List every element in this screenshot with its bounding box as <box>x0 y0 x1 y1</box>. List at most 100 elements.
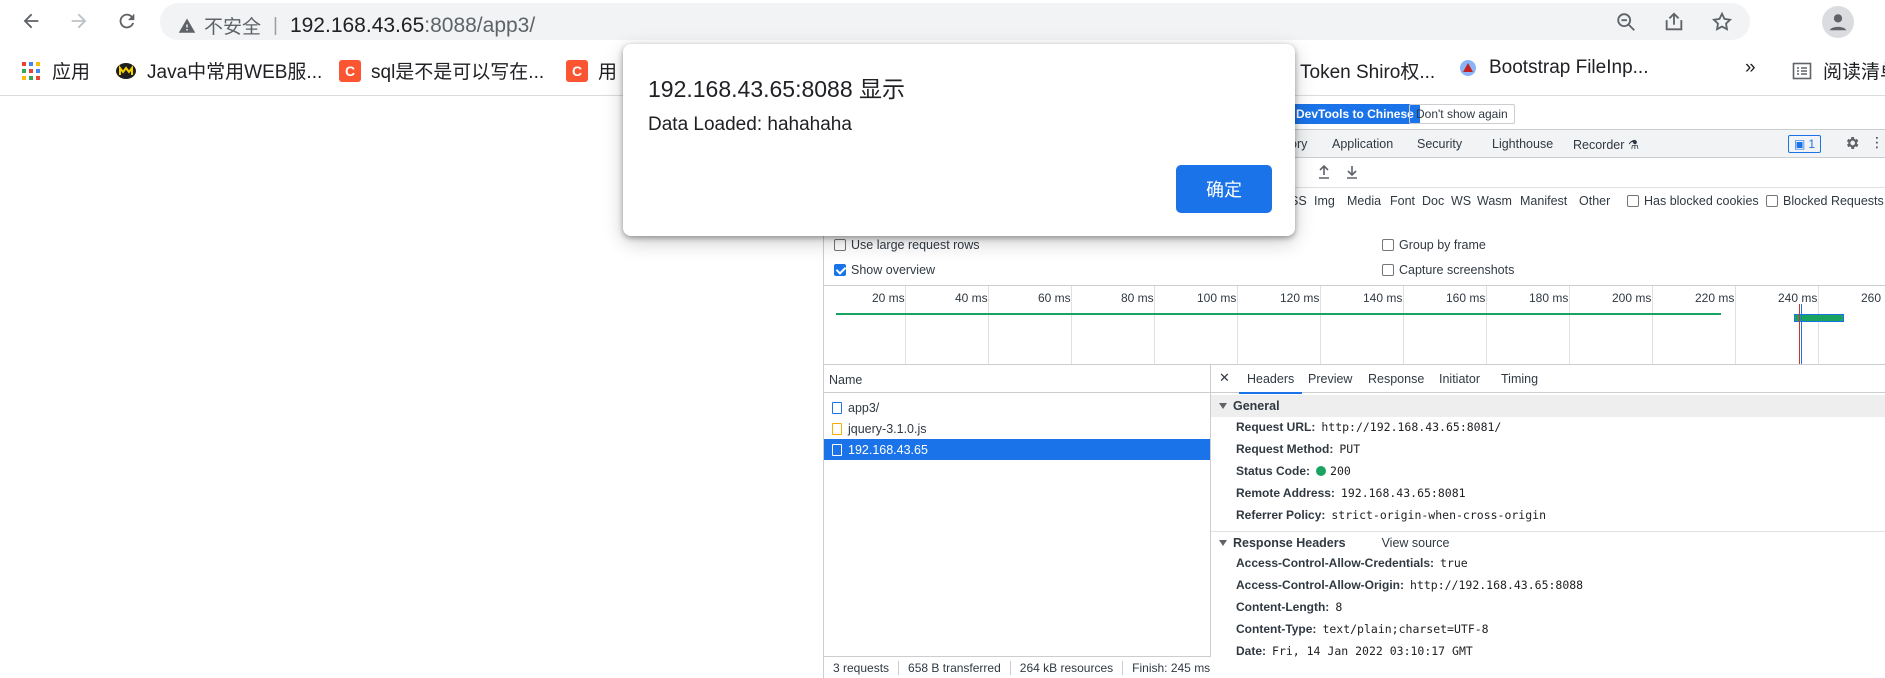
view-source-link[interactable]: View source <box>1382 536 1450 550</box>
bookmark-java-web[interactable]: Java中常用WEB服... <box>115 57 322 84</box>
blocked-requests-checkbox[interactable]: Blocked Requests <box>1766 194 1884 208</box>
dont-show-again-button[interactable]: Don't show again <box>1409 104 1515 124</box>
url-path: :8088/app3/ <box>424 13 536 37</box>
response-title: Response Headers <box>1233 535 1346 550</box>
timeline-tick <box>1071 286 1072 364</box>
tick-label: 100 ms <box>1197 291 1237 305</box>
header-value: 192.168.43.65:8081 <box>1340 486 1466 500</box>
filter-manifest[interactable]: Manifest <box>1520 194 1567 208</box>
timeline-request-bar <box>836 313 1721 315</box>
show-overview-checkbox[interactable]: Show overview <box>834 263 935 277</box>
warning-icon <box>178 18 196 33</box>
has-blocked-cookies-checkbox[interactable]: Has blocked cookies <box>1627 194 1759 208</box>
chat-icon: ▣ <box>1794 137 1806 151</box>
checkbox <box>834 239 846 251</box>
reload-button[interactable] <box>112 6 142 36</box>
bookmark-apps[interactable]: 应用 <box>20 57 90 84</box>
reading-list-button[interactable]: 阅读清单 <box>1791 57 1885 84</box>
import-har-button[interactable] <box>1318 164 1330 182</box>
filter-font[interactable]: Font <box>1390 194 1415 208</box>
dialog-title: 192.168.43.65:8088 显示 <box>648 76 906 102</box>
bookmarks-overflow-button[interactable]: » <box>1745 57 1756 79</box>
request-row-selected[interactable]: 192.168.43.65 <box>824 439 1210 460</box>
header-value: 8 <box>1335 600 1343 614</box>
forward-button[interactable] <box>64 6 94 36</box>
capture-screenshots-label: Capture screenshots <box>1399 263 1515 277</box>
tab-recorder-label: Recorder <box>1573 138 1625 152</box>
settings-button[interactable] <box>1844 135 1860 154</box>
tab-recorder[interactable]: Recorder ⚗ <box>1573 137 1639 152</box>
flask-icon: ⚗ <box>1627 138 1640 152</box>
response-headers-section-header[interactable]: Response Headers View source <box>1211 531 1885 553</box>
timeline-tick <box>1652 286 1653 364</box>
m-logo-icon <box>115 60 137 82</box>
request-row[interactable]: jquery-3.1.0.js <box>824 418 1210 439</box>
bookmark-label: 阅读清单 <box>1823 62 1885 83</box>
document-icon <box>832 401 842 414</box>
header-value: true <box>1440 556 1468 570</box>
script-icon <box>832 422 842 435</box>
upload-icon <box>1319 164 1329 179</box>
bookmark-label: Token Shiro权... <box>1300 62 1436 83</box>
large-rows-checkbox[interactable]: Use large request rows <box>834 238 980 252</box>
tab-initiator[interactable]: Initiator <box>1439 372 1480 386</box>
tick-label: 200 ms <box>1612 291 1652 305</box>
filter-img[interactable]: Img <box>1314 194 1335 208</box>
status-dot-icon <box>1316 466 1327 476</box>
zoom-button[interactable] <box>1614 10 1638 34</box>
header-row: Content-Length: 8 <box>1211 597 1885 619</box>
more-options-icon[interactable]: ⋮ <box>1870 134 1884 151</box>
bookmark-csdn-2[interactable]: C 用 <box>566 57 617 84</box>
network-overview-timeline[interactable]: 20 ms 40 ms 60 ms 80 ms 100 ms 120 ms 14… <box>824 285 1885 365</box>
tick-label: 60 ms <box>1038 291 1071 305</box>
tab-timing[interactable]: Timing <box>1501 372 1538 386</box>
issues-count: 1 <box>1808 137 1816 151</box>
switch-language-button[interactable]: DevTools to Chinese <box>1290 104 1420 124</box>
site-icon <box>1457 57 1479 79</box>
tab-preview[interactable]: Preview <box>1308 372 1352 386</box>
group-by-frame-checkbox[interactable]: Group by frame <box>1382 238 1486 252</box>
tab-application[interactable]: Application <box>1332 137 1393 151</box>
profile-button[interactable] <box>1822 6 1854 38</box>
header-value: http://192.168.43.65:8081/ <box>1321 420 1502 434</box>
tab-security[interactable]: Security <box>1417 137 1462 151</box>
apps-grid-icon <box>20 60 42 82</box>
checkbox <box>1382 264 1394 276</box>
tab-headers[interactable]: Headers <box>1239 372 1303 394</box>
request-name: app3/ <box>848 400 880 415</box>
bookmark-bootstrap[interactable]: Bootstrap FileInp... <box>1457 57 1648 79</box>
timeline-tick <box>1735 286 1736 364</box>
share-button[interactable] <box>1662 10 1686 34</box>
bookmark-token-shiro[interactable]: Token Shiro权... <box>1300 57 1435 84</box>
show-overview-label: Show overview <box>851 263 936 277</box>
filter-doc[interactable]: Doc <box>1422 194 1444 208</box>
address-bar[interactable]: 不安全 | 192.168.43.65:8088/app3/ <box>160 3 1750 40</box>
avatar-icon <box>1829 14 1847 31</box>
csdn-icon: C <box>339 59 361 82</box>
header-key: Access-Control-Allow-Origin: <box>1236 578 1405 592</box>
tick-label: 40 ms <box>955 291 988 305</box>
request-row[interactable]: app3/ <box>824 397 1210 418</box>
bookmark-sql[interactable]: C sql是不是可以写在... <box>339 57 544 84</box>
name-column-header[interactable]: Name <box>824 365 1210 393</box>
issues-button[interactable]: ▣ 1 <box>1788 135 1822 153</box>
export-har-button[interactable] <box>1346 165 1358 182</box>
filter-media[interactable]: Media <box>1347 194 1381 208</box>
timeline-tick <box>1403 286 1404 364</box>
resources-size: 264 kB resources <box>1011 660 1124 675</box>
close-icon[interactable]: ✕ <box>1219 370 1230 386</box>
ok-button[interactable]: 确定 <box>1176 165 1272 213</box>
capture-screenshots-checkbox[interactable]: Capture screenshots <box>1382 263 1514 277</box>
filter-wasm[interactable]: Wasm <box>1477 194 1512 208</box>
tick-label: 220 ms <box>1695 291 1735 305</box>
back-button[interactable] <box>16 6 46 36</box>
tab-lighthouse[interactable]: Lighthouse <box>1492 137 1553 151</box>
filter-ws[interactable]: WS <box>1451 194 1471 208</box>
tab-response[interactable]: Response <box>1368 372 1424 386</box>
tick-label: 140 ms <box>1363 291 1403 305</box>
general-section-header[interactable]: General <box>1211 395 1885 417</box>
filter-other[interactable]: Other <box>1579 194 1610 208</box>
reload-icon <box>119 13 135 29</box>
tick-label: 120 ms <box>1280 291 1320 305</box>
bookmark-star-button[interactable] <box>1710 10 1734 34</box>
